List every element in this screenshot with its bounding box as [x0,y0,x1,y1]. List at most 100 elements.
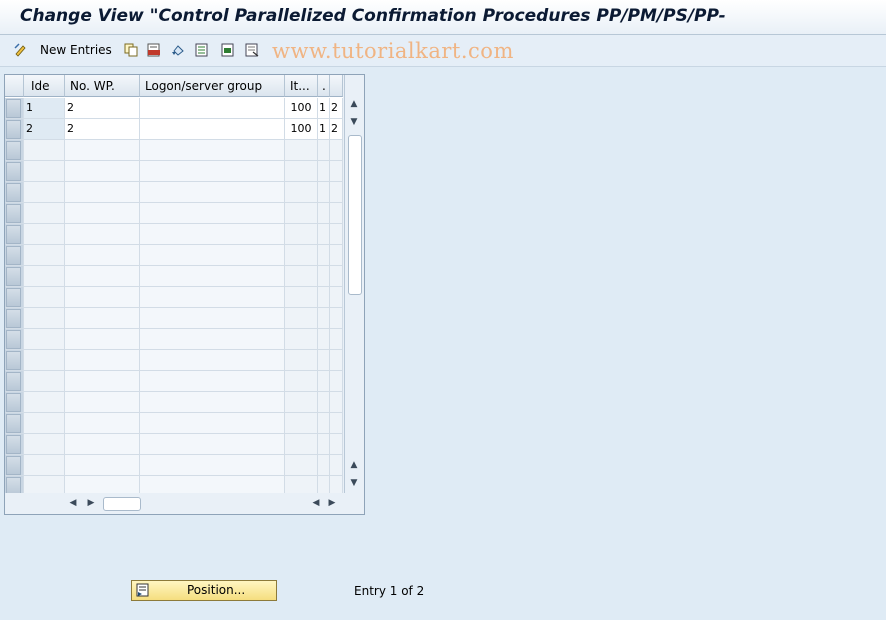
table-row[interactable] [5,392,343,413]
table-cell-group[interactable] [140,140,285,161]
table-cell-c5[interactable] [318,434,330,455]
table-cell-it[interactable] [285,350,318,371]
column-header-no-wp[interactable]: No. WP. [65,75,140,97]
row-selector[interactable] [5,161,24,182]
row-selector[interactable] [5,434,24,455]
table-cell-c6[interactable] [330,392,343,413]
horizontal-scrollbar-right[interactable]: ◀ ▶ [310,495,344,511]
table-cell-it[interactable] [285,371,318,392]
select-all-button[interactable] [194,41,210,59]
table-cell-wp[interactable] [65,392,140,413]
table-cell-c5[interactable] [318,329,330,350]
table-cell-c5[interactable] [318,392,330,413]
table-cell-it[interactable] [285,392,318,413]
row-select-button[interactable] [6,456,21,475]
table-row[interactable] [5,476,343,493]
table-cell-c5[interactable] [318,476,330,493]
scroll-down-icon[interactable]: ▲ [347,457,361,473]
scroll-left-icon[interactable]: ◀ [67,495,79,511]
table-cell-it[interactable] [285,413,318,434]
table-cell-c5[interactable] [318,224,330,245]
table-row[interactable] [5,182,343,203]
table-cell-c6[interactable] [330,287,343,308]
row-selector[interactable] [5,266,24,287]
table-cell-it[interactable] [285,203,318,224]
table-cell-group[interactable] [140,266,285,287]
table-row[interactable] [5,371,343,392]
row-selector[interactable] [5,413,24,434]
row-select-button[interactable] [6,414,21,433]
table-cell-c5[interactable]: 1 [318,98,330,119]
table-cell-it[interactable]: 100 [285,98,318,119]
scroll-up-icon[interactable]: ▼ [347,114,361,130]
table-cell-wp[interactable]: 2 [65,119,140,140]
table-cell-wp[interactable] [65,287,140,308]
row-selector[interactable] [5,140,24,161]
table-cell-group[interactable] [140,476,285,493]
table-row[interactable] [5,140,343,161]
row-select-button[interactable] [6,330,21,349]
table-cell-it[interactable] [285,161,318,182]
table-cell-group[interactable] [140,203,285,224]
row-select-button[interactable] [6,477,21,493]
row-selector[interactable] [5,350,24,371]
row-select-button[interactable] [6,372,21,391]
table-cell-c5[interactable] [318,287,330,308]
table-cell-c6[interactable] [330,182,343,203]
table-cell-c6[interactable] [330,455,343,476]
vertical-scroll-thumb[interactable] [348,135,362,295]
row-select-button[interactable] [6,162,21,181]
table-row[interactable] [5,287,343,308]
table-cell-wp[interactable] [65,308,140,329]
column-header-logon-server-group[interactable]: Logon/server group [140,75,285,97]
row-selector[interactable] [5,98,24,119]
column-header-5[interactable]: . [318,75,330,97]
table-cell-group[interactable] [140,329,285,350]
row-select-button[interactable] [6,351,21,370]
delete-button[interactable] [146,41,162,59]
row-select-button[interactable] [6,183,21,202]
table-row[interactable] [5,203,343,224]
column-header-it[interactable]: It... [285,75,318,97]
table-cell-c6[interactable] [330,203,343,224]
select-all-rows-header[interactable] [5,75,24,97]
table-cell-c5[interactable] [318,203,330,224]
table-row[interactable] [5,413,343,434]
table-cell-wp[interactable] [65,203,140,224]
table-cell-wp[interactable] [65,224,140,245]
table-cell-c6[interactable] [330,413,343,434]
row-select-button[interactable] [6,225,21,244]
table-cell-group[interactable] [140,308,285,329]
table-cell-group[interactable] [140,287,285,308]
select-block-button[interactable] [220,41,236,59]
table-cell-it[interactable] [285,182,318,203]
row-select-button[interactable] [6,120,21,139]
table-row[interactable] [5,245,343,266]
table-cell-wp[interactable] [65,455,140,476]
table-cell-it[interactable]: 100 [285,119,318,140]
table-cell-wp[interactable] [65,434,140,455]
deselect-all-button[interactable] [244,41,260,59]
row-selector[interactable] [5,329,24,350]
row-select-button[interactable] [6,267,21,286]
row-select-button[interactable] [6,435,21,454]
row-selector[interactable] [5,224,24,245]
horizontal-scrollbar-left[interactable]: ◀ ▶ [67,495,147,511]
table-cell-group[interactable] [140,350,285,371]
table-cell-c5[interactable] [318,140,330,161]
table-cell-wp[interactable] [65,476,140,493]
scroll-right-icon[interactable]: ▶ [85,495,97,511]
vertical-scrollbar[interactable]: ▲ ▼ ▲ ▼ [344,75,364,493]
table-cell-group[interactable] [140,434,285,455]
scroll-left-icon[interactable]: ◀ [310,495,322,511]
table-cell-c6[interactable] [330,140,343,161]
table-cell-c5[interactable] [318,266,330,287]
table-cell-it[interactable] [285,476,318,493]
row-selector[interactable] [5,119,24,140]
table-cell-c5[interactable] [318,161,330,182]
table-cell-group[interactable] [140,98,285,119]
table-cell-group[interactable] [140,119,285,140]
table-cell-c5[interactable] [318,350,330,371]
table-cell-c5[interactable] [318,413,330,434]
table-cell-wp[interactable] [65,161,140,182]
